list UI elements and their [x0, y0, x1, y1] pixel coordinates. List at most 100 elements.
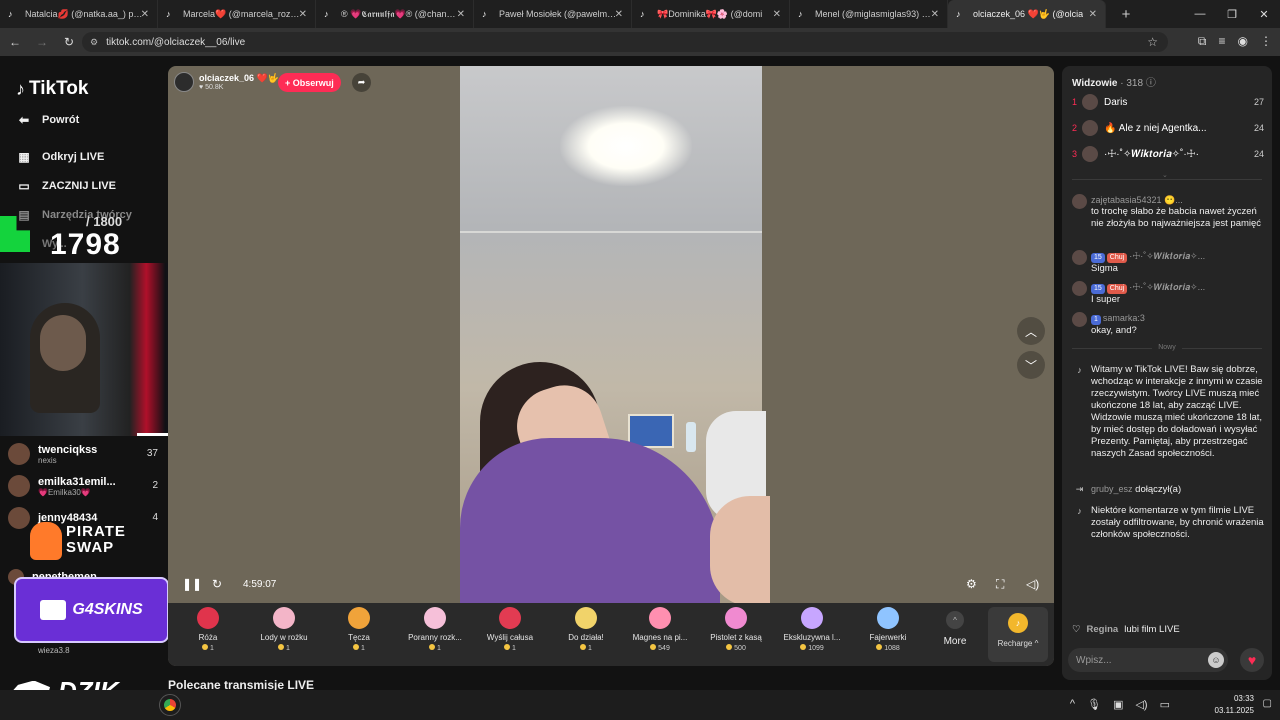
avatar[interactable]: [174, 72, 194, 92]
pirate-swap-sponsor-logo: PIRATE SWAP: [30, 522, 150, 562]
back-link[interactable]: ⬅ Powrót: [16, 113, 79, 127]
media-icon[interactable]: ≡: [1219, 34, 1226, 49]
browser-tab-active[interactable]: ♪ olciaczek_06 ❤️🤟 (@olcia ✕: [948, 0, 1106, 28]
browser-tab[interactable]: ♪ Menel (@miglasmiglas93) prow ✕: [790, 0, 948, 28]
top-viewer-row[interactable]: 3 ·☩·˚✧𝑾𝒊𝒌𝒕𝒐𝒓𝒊𝒂✧˚·☩· 24: [1072, 144, 1264, 164]
follow-button[interactable]: + Obserwuj: [278, 73, 341, 92]
tray-chevron-icon[interactable]: ^: [1070, 698, 1075, 711]
close-icon[interactable]: ✕: [299, 9, 307, 20]
tiktok-icon: ♪: [324, 8, 329, 19]
info-icon[interactable]: ⓘ: [1146, 78, 1156, 89]
like-button[interactable]: ♥: [1240, 648, 1264, 672]
level-badge: 15: [1091, 253, 1105, 263]
os-taskbar: ^ 🎙 ▣ ◁) ▭ 03:33 03.11.2025 ▢: [0, 690, 1280, 720]
tiktok-icon: ♪: [166, 8, 171, 19]
chat-message[interactable]: 15 Chuj ·☩·˚✧𝑾𝒊𝒌𝒕𝒐𝒓𝒊𝒂✧... Sigma: [1072, 250, 1264, 275]
settings-icon[interactable]: ⚙: [966, 577, 977, 591]
profile-icon[interactable]: ◉: [1238, 34, 1248, 49]
viewers-title[interactable]: Widzowie · 318 ⓘ: [1072, 74, 1156, 89]
close-icon[interactable]: ✕: [931, 9, 939, 20]
network-icon[interactable]: ▣: [1113, 698, 1123, 711]
top-viewer-row[interactable]: 1 Daris 27: [1072, 92, 1264, 112]
close-icon[interactable]: ✕: [141, 9, 149, 20]
expand-chevron-icon[interactable]: ⌄: [1162, 171, 1168, 179]
minimize-icon[interactable]: —: [1184, 0, 1216, 28]
coin-icon: [800, 644, 807, 650]
browser-tab[interactable]: ♪ Natalcia💋 (@natka.aa_) prowa ✕: [0, 0, 158, 28]
pause-icon[interactable]: ❚❚: [182, 577, 202, 591]
emoji-icon[interactable]: ☺: [1208, 652, 1224, 668]
start-live-link[interactable]: ▭ ZACZNIJ LIVE: [16, 179, 116, 193]
bottle: [686, 422, 696, 452]
fan-badge: Chuj: [1106, 253, 1128, 263]
back-icon[interactable]: ←: [3, 35, 27, 49]
tiktok-icon: ♪: [482, 8, 487, 19]
join-icon: ⇥: [1075, 484, 1084, 494]
new-messages-divider: Nowy: [1072, 344, 1262, 351]
fan-badge: Chuj: [1106, 284, 1128, 294]
new-tab-button[interactable]: +: [1112, 6, 1140, 23]
refresh-icon[interactable]: ↻: [212, 577, 222, 591]
discover-live-link[interactable]: ▦ Odkryj LIVE: [16, 150, 104, 164]
share-icon[interactable]: ➦: [352, 73, 371, 92]
forward-icon[interactable]: →: [30, 35, 54, 49]
gift-item[interactable]: Wyślij całusa 1: [472, 607, 548, 652]
gift-item[interactable]: Magnes na pi... 549: [622, 607, 698, 652]
browser-toolbar: ⧉ ≡ ◉ ⋮: [1198, 34, 1272, 49]
chrome-icon[interactable]: [159, 694, 181, 716]
gift-bar: Róża 1 Lody w rożku 1 Tęcza 1 Poranny rozk.…: [168, 603, 1054, 666]
notification-icon[interactable]: ▢: [1263, 698, 1272, 709]
camera-icon: ▭: [18, 179, 30, 193]
close-icon[interactable]: ✕: [457, 9, 465, 20]
bookmark-star-icon[interactable]: ☆: [1147, 35, 1158, 49]
chat-message[interactable]: 15 Chuj ·☩·˚✧𝑾𝒊𝒌𝒕𝒐𝒓𝒊𝒂✧... I super: [1072, 281, 1264, 306]
fullscreen-icon[interactable]: ⛶: [996, 577, 1004, 592]
gift-item[interactable]: Pistolet z kasą 500: [698, 607, 774, 652]
volume-icon[interactable]: ◁): [1026, 577, 1039, 591]
gift-item[interactable]: Do działa! 1: [548, 607, 624, 652]
browser-tab[interactable]: ♪ Paweł Mosiołek (@pawelmosio ✕: [474, 0, 632, 28]
chat-message[interactable]: 1 samarka:3 okay, and?: [1072, 312, 1264, 337]
gift-item[interactable]: Ekskluzywna l... 1099: [774, 607, 850, 652]
gift-item[interactable]: Tęcza 1: [321, 607, 397, 652]
gift-item[interactable]: Róża 1: [170, 607, 246, 652]
list-item[interactable]: twenciqkss nexis 37: [8, 438, 158, 470]
close-icon[interactable]: ✕: [1089, 9, 1097, 20]
live-player[interactable]: olciaczek_06 ❤️🤟 ♥ 50.8K + Obserwuj ➦ ︿ …: [168, 66, 1054, 666]
door-frame: [460, 231, 762, 233]
battery-icon[interactable]: ▭: [1160, 698, 1170, 711]
close-icon[interactable]: ✕: [615, 9, 623, 20]
browser-tab[interactable]: ♪ ® 💗𝕮𝖆𝖗𝖓𝖚𝖑𝖋𝖆💗® (@chanelka ✕: [316, 0, 474, 28]
tiktok-icon: ♪: [956, 8, 961, 19]
next-live-button[interactable]: ﹀: [1017, 351, 1045, 379]
chat-input[interactable]: Wpisz... ☺: [1068, 648, 1228, 672]
gift-item[interactable]: Fajerwerki 1088: [850, 607, 926, 652]
tiktok-logo[interactable]: ♪ TikTok: [16, 78, 88, 100]
close-icon[interactable]: ✕: [773, 9, 781, 20]
clock[interactable]: 03:33 03.11.2025: [1215, 693, 1254, 717]
coin-icon: [504, 644, 511, 650]
reload-icon[interactable]: ↻: [57, 35, 81, 49]
host-info[interactable]: olciaczek_06 ❤️🤟 ♥ 50.8K: [174, 72, 279, 92]
maximize-icon[interactable]: ❐: [1216, 0, 1248, 28]
more-gifts-button[interactable]: ^ More: [940, 611, 970, 647]
tiger-icon: [40, 600, 67, 620]
top-viewer-row[interactable]: 2 🔥 Ale z niej Agentka... 24: [1072, 118, 1264, 138]
microphone-icon[interactable]: 🎙: [1087, 698, 1101, 711]
url-field[interactable]: ⚙ tiktok.com/@olciaczek__06/live ☆: [82, 32, 1168, 52]
browser-tab[interactable]: ♪ Marcela❤️ (@marcela_rozum) j ✕: [158, 0, 316, 28]
menu-icon[interactable]: ⋮: [1260, 34, 1272, 49]
chat-message[interactable]: zajętabasia54321 😶... to trochę słabo że …: [1072, 194, 1264, 230]
recharge-button[interactable]: ♪ Recharge ^: [988, 607, 1048, 662]
browser-tab[interactable]: ♪ 🎀Dominika🎀🌸 (@domi ✕: [632, 0, 790, 28]
site-info-icon[interactable]: ⚙: [90, 37, 98, 48]
gift-item[interactable]: Poranny rozk... 1: [397, 607, 473, 652]
speaker-icon[interactable]: ◁): [1135, 698, 1147, 711]
extensions-icon[interactable]: ⧉: [1198, 34, 1207, 49]
close-window-icon[interactable]: ✕: [1248, 0, 1280, 28]
previous-live-button[interactable]: ︿: [1017, 317, 1045, 345]
coin-icon: [650, 644, 657, 650]
gift-item[interactable]: Lody w rożku 1: [246, 607, 322, 652]
live-video-frame[interactable]: [460, 66, 770, 608]
list-item[interactable]: emilka31emil... 💗Emilka30💗 2: [8, 470, 158, 502]
